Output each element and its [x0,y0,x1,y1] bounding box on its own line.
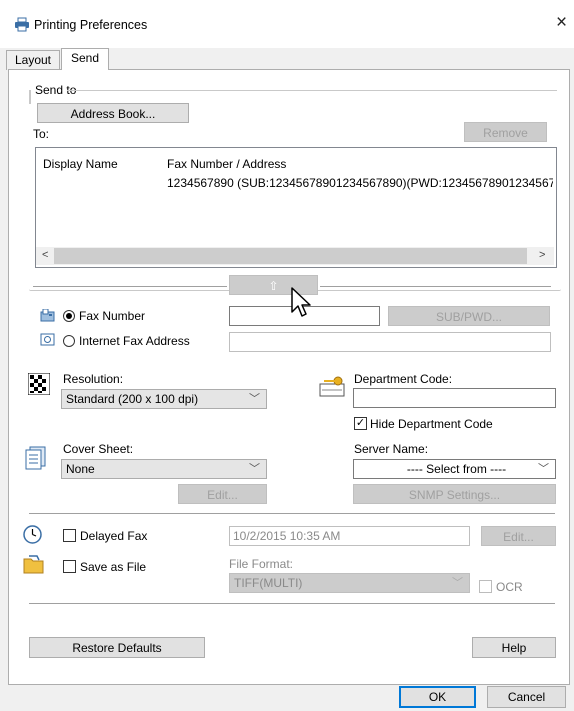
cover-sheet-value: None [66,462,95,476]
cover-sheet-dropdown[interactable]: None ﹀ [61,459,267,479]
internet-fax-label: Internet Fax Address [79,334,190,348]
resolution-label: Resolution: [63,372,124,386]
tab-send[interactable]: Send [61,48,109,70]
department-code-field[interactable] [353,388,556,408]
ocr-label: OCR [496,580,523,594]
snmp-settings-button[interactable]: SNMP Settings... [353,484,556,504]
server-name-value: ---- Select from ---- [406,462,507,476]
separator-right [320,286,551,287]
horizontal-scrollbar[interactable]: < > [36,247,554,265]
fax-number-radio[interactable] [63,310,75,322]
server-name-dropdown[interactable]: ---- Select from ---- ﹀ [353,459,556,479]
cover-sheet-icon [25,446,46,470]
server-name-label: Server Name: [354,442,429,456]
chevron-down-icon: ﹀ [249,393,260,405]
file-format-dropdown[interactable]: TIFF(MULTI) ﹀ [229,573,470,593]
cover-sheet-label: Cover Sheet: [63,442,134,456]
section-divider [29,603,555,604]
file-format-label: File Format: [229,557,294,571]
list-item-fax[interactable]: 1234567890 (SUB:12345678901234567890)(PW… [167,176,553,190]
group-corner [29,90,31,104]
group-top-line [67,90,557,91]
help-button[interactable]: Help [472,637,556,658]
sub-pwd-button[interactable]: SUB/PWD... [388,306,550,326]
resolution-value: Standard (200 x 100 dpi) [66,392,199,406]
scroll-thumb[interactable] [54,248,527,264]
hide-department-label: Hide Department Code [370,417,493,431]
restore-defaults-button[interactable]: Restore Defaults [29,637,205,658]
delayed-fax-datetime[interactable]: 10/2/2015 10:35 AM [229,526,470,546]
list-body: 1234567890 (SUB:12345678901234567890)(PW… [36,168,553,247]
save-as-file-label: Save as File [80,560,147,574]
cover-sheet-edit-button[interactable]: Edit... [178,484,267,504]
printer-icon [15,17,29,32]
chevron-down-icon: ﹀ [452,577,463,589]
to-label: To: [33,127,50,141]
chevron-down-icon: ﹀ [538,463,549,475]
delayed-fax-edit-button[interactable]: Edit... [481,526,556,546]
fax-machine-icon [40,309,55,322]
file-format-value: TIFF(MULTI) [234,576,303,590]
hide-department-checkbox[interactable]: ✓ [354,417,367,430]
tab-layout[interactable]: Layout [6,50,60,70]
resolution-dropdown[interactable]: Standard (200 x 100 dpi) ﹀ [61,389,267,409]
delayed-fax-checkbox[interactable] [63,529,76,542]
delayed-fax-label: Delayed Fax [80,529,148,543]
internet-fax-radio[interactable] [63,335,75,347]
department-code-label: Department Code: [354,372,453,386]
folder-icon [23,555,44,574]
address-book-button[interactable]: Address Book... [37,103,189,123]
cancel-button[interactable]: Cancel [487,686,566,708]
ok-button[interactable]: OK [399,686,476,708]
internet-fax-field[interactable] [229,332,551,352]
save-as-file-checkbox[interactable] [63,560,76,573]
remove-button[interactable]: Remove [464,122,547,142]
clock-icon [23,525,42,544]
window-title: Printing Preferences [34,18,148,32]
chevron-down-icon: ﹀ [249,463,260,475]
fax-number-label: Fax Number [79,309,146,323]
mouse-pointer-icon [291,287,311,317]
separator-left [33,286,227,287]
key-icon [319,376,345,397]
scroll-right-arrow[interactable]: > [539,249,545,261]
close-button[interactable]: × [556,13,567,33]
internet-fax-icon [40,333,55,346]
scroll-left-arrow[interactable]: < [42,249,48,261]
resolution-checker-icon [28,373,50,395]
ocr-checkbox[interactable] [479,580,492,593]
section-divider [29,513,555,514]
